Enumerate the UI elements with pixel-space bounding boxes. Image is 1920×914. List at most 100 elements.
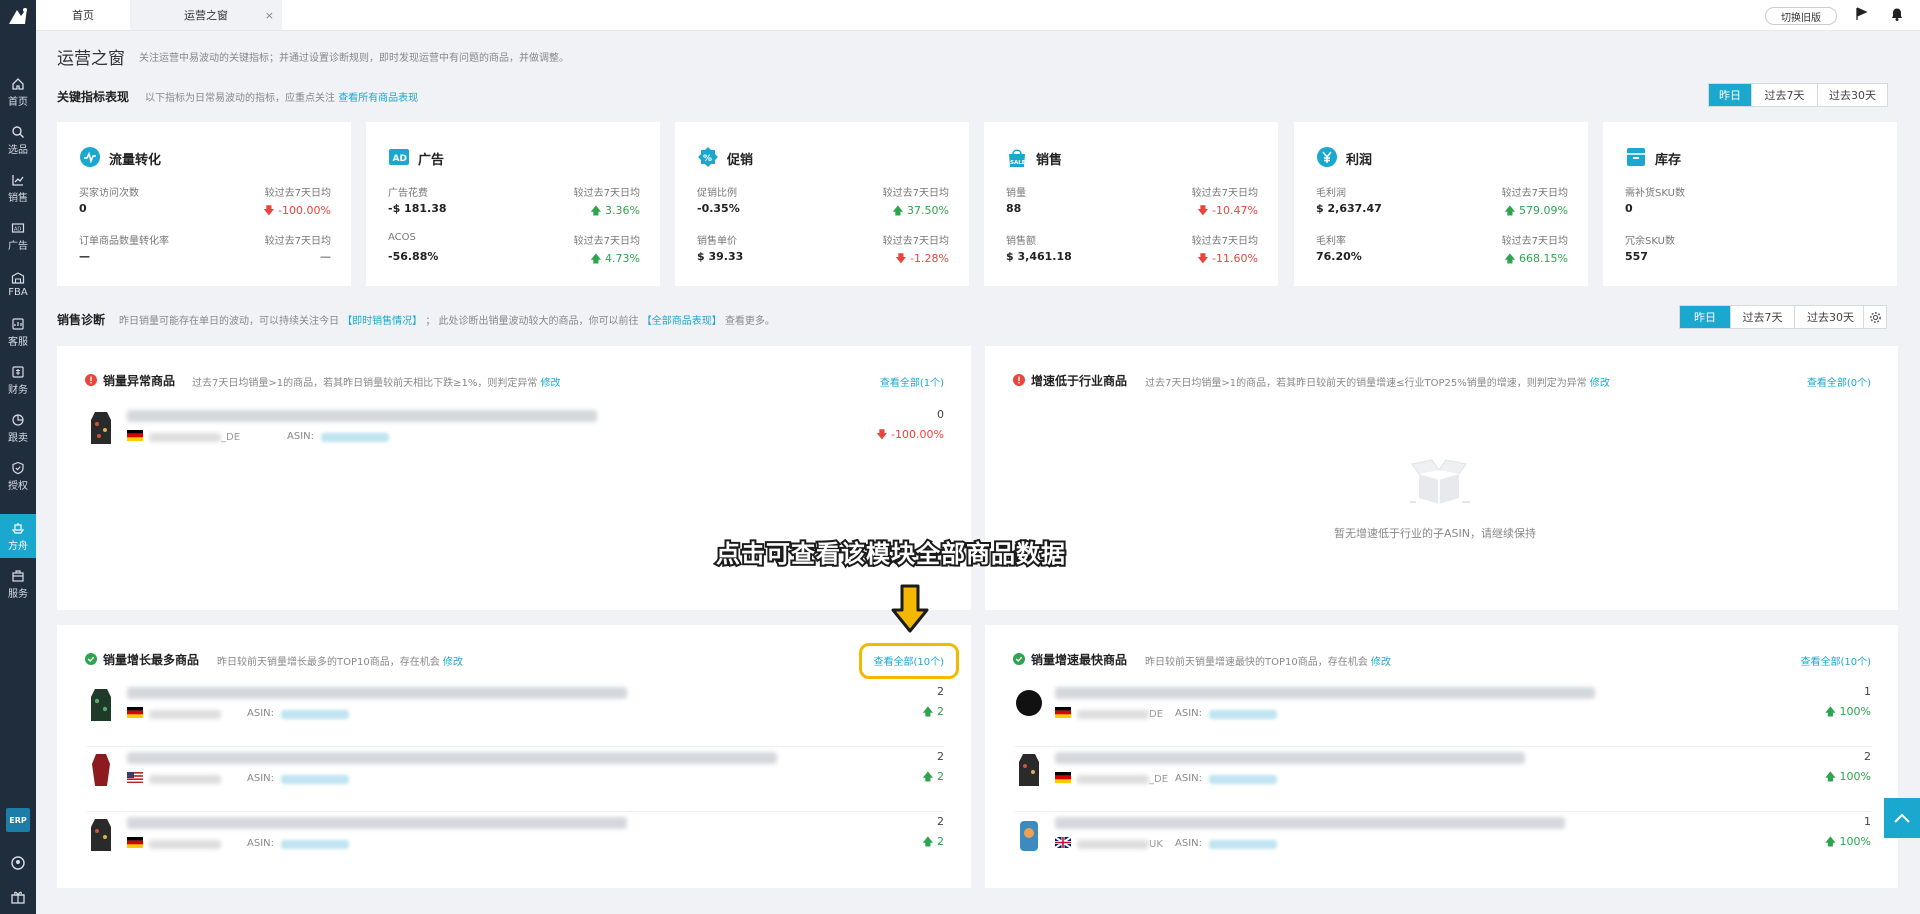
asin-value-blurred[interactable] <box>321 433 389 442</box>
erp-button[interactable]: ERP <box>6 808 30 832</box>
back-to-top-button[interactable] <box>1884 798 1920 838</box>
switch-old-version-button[interactable]: 切换旧版 <box>1765 7 1837 25</box>
arrow-up-icon: 🡅 <box>922 835 937 848</box>
bell-icon[interactable] <box>1889 6 1905 22</box>
kpi-label: 毛利率 <box>1316 236 1346 247</box>
edit-rule-link[interactable]: 修改 <box>1371 657 1391 668</box>
user-icon[interactable] <box>10 855 26 871</box>
search-icon <box>12 125 24 138</box>
product-sku <box>149 838 221 850</box>
diag-section-desc: 昨日销量可能存在单日的波动，可以持续关注今日 【即时销售情况】 ； 此处诊断出销… <box>119 312 775 327</box>
tab-home[interactable]: 首页 <box>36 0 130 30</box>
kpi-value: -$ 181.38 <box>388 202 447 215</box>
sidebar-item-label: 服务 <box>8 588 28 600</box>
panel-title: 销量增速最快商品 <box>1031 653 1128 667</box>
sidebar-item-fba[interactable]: FBA <box>0 262 36 306</box>
uk-flag-icon <box>1055 837 1071 848</box>
asin-label: ASIN: <box>1175 838 1202 849</box>
panel-title: 销量异常商品 <box>103 374 176 388</box>
product-sku: _DE <box>1077 773 1168 785</box>
kpi-card: 流量转化 买家访问次数 0 较过去7天日均 🡇 -100.00% 订单商品数量转化率 —… <box>57 122 351 286</box>
sidebar-item-label: 首页 <box>8 96 28 108</box>
kpi-card: 利润 毛利润 $ 2,637.47 较过去7天日均 🡅 579.09% 毛利率 76.2… <box>1294 122 1588 286</box>
view-all-link[interactable]: 查看全部(1个) <box>880 374 944 389</box>
product-name-blurred <box>127 410 597 422</box>
warning-icon <box>1013 374 1025 386</box>
list-item[interactable]: _DE ASIN: 0 🡇 -100.00% <box>87 406 944 470</box>
range-30days[interactable]: 过去30天 <box>1794 306 1866 328</box>
view-all-link[interactable]: 查看全部(0个) <box>1807 374 1871 389</box>
asin-value-blurred[interactable] <box>1209 710 1277 719</box>
panel-abnormal-sales: 销量异常商品 过去7天日均销量>1的商品，若其昨日销量较前天相比下跌≥1%，则判… <box>57 346 971 610</box>
home-icon <box>12 77 24 90</box>
view-all-link[interactable]: 查看全部(10个) <box>1800 653 1871 668</box>
settings-button[interactable] <box>1863 305 1887 329</box>
asin-label: ASIN: <box>247 773 274 784</box>
asin-value-blurred[interactable] <box>1209 840 1277 849</box>
kpi-label: 广告花费 <box>388 188 428 199</box>
sales-change: 🡅 100% <box>1825 833 1871 852</box>
sidebar-item-sales[interactable]: 销售 <box>0 166 36 210</box>
asin-value-blurred[interactable] <box>281 710 349 719</box>
range-yesterday[interactable]: 昨日 <box>1709 84 1751 106</box>
range-7days[interactable]: 过去7天 <box>1751 84 1817 106</box>
list-item[interactable]: DE ASIN: 1 🡅 100% <box>1015 683 1871 747</box>
asin-value-blurred[interactable] <box>1209 775 1277 784</box>
sidebar-item-ads[interactable]: AD 广告 <box>0 214 36 258</box>
sidebar-item-service[interactable]: 服务 <box>0 562 36 606</box>
asin-value-blurred[interactable] <box>281 775 349 784</box>
edit-rule-link[interactable]: 修改 <box>541 378 561 389</box>
kpi-compare-label: 较过去7天日均 <box>264 236 331 247</box>
page-title: 运营之窗 <box>57 49 125 69</box>
sales-qty: 1 <box>1864 815 1871 828</box>
view-all-products-link[interactable]: 查看所有商品表现 <box>338 93 418 104</box>
us-flag-icon <box>127 772 143 783</box>
list-item[interactable]: ASIN: 2 🡅 2 <box>87 748 944 812</box>
range-30days[interactable]: 过去30天 <box>1817 84 1887 106</box>
kpi-change-value: 37.50% <box>907 204 949 217</box>
list-item[interactable]: UK ASIN: 1 🡅 100% <box>1015 813 1871 877</box>
sidebar-item-auth[interactable]: 授权 <box>0 454 36 498</box>
kpi-change-value: 668.15% <box>1519 252 1568 265</box>
kpi-change: 🡅 4.73% <box>590 250 640 269</box>
chevron-up-icon <box>1894 813 1910 823</box>
flag-icon[interactable] <box>1853 6 1869 22</box>
product-name-blurred <box>1055 687 1595 699</box>
range-7days[interactable]: 过去7天 <box>1730 306 1794 328</box>
pie-icon <box>12 413 24 426</box>
kpi-value: $ 39.33 <box>697 250 744 263</box>
realtime-sales-link[interactable]: 【即时销售情况】 <box>342 316 422 327</box>
change-value: 100% <box>1839 705 1871 718</box>
gift-icon[interactable] <box>10 889 26 905</box>
sidebar-item-ark[interactable]: 方舟 <box>0 514 36 558</box>
sidebar-item-label: FBA <box>8 286 28 298</box>
support-icon <box>12 317 24 330</box>
logo-icon[interactable] <box>5 4 31 30</box>
edit-rule-link[interactable]: 修改 <box>1590 378 1610 389</box>
kpi-change: — <box>320 250 331 263</box>
ark-icon <box>11 522 25 534</box>
edit-rule-link[interactable]: 修改 <box>443 657 463 668</box>
panel-desc: 昨日较前天销量增速最快的TOP10商品，存在机会 修改 <box>1145 653 1391 668</box>
sales-change: 🡅 2 <box>922 768 944 787</box>
kpi-card-title: 库存 <box>1655 153 1682 168</box>
range-yesterday[interactable]: 昨日 <box>1680 306 1730 328</box>
asin-value-blurred[interactable] <box>281 840 349 849</box>
sidebar-item-finance[interactable]: 财务 <box>0 358 36 402</box>
sidebar-item-follow[interactable]: 跟卖 <box>0 406 36 450</box>
sidebar-item-support[interactable]: 客服 <box>0 310 36 354</box>
kpi-label: 买家访问次数 <box>79 188 139 199</box>
sidebar-item-selection[interactable]: 选品 <box>0 118 36 162</box>
sidebar-item-home[interactable]: 首页 <box>0 70 36 114</box>
list-item[interactable]: ASIN: 2 🡅 2 <box>87 813 944 877</box>
panel-most-growth: 销量增长最多商品 昨日较前天销量增长最多的TOP10商品，存在机会 修改 查看全… <box>57 625 971 888</box>
kpi-compare-label: 较过去7天日均 <box>882 188 949 199</box>
arrow-up-icon: 🡅 <box>1824 835 1840 848</box>
list-item[interactable]: ASIN: 2 🡅 2 <box>87 683 944 747</box>
all-products-link[interactable]: 【全部商品表现】 <box>642 316 722 327</box>
close-icon[interactable]: × <box>265 9 274 22</box>
tab-operations-window[interactable]: 运营之窗 × <box>130 0 282 30</box>
sidebar-item-label: 客服 <box>8 336 28 348</box>
list-item[interactable]: _DE ASIN: 2 🡅 100% <box>1015 748 1871 812</box>
de-flag-icon <box>1055 772 1071 783</box>
